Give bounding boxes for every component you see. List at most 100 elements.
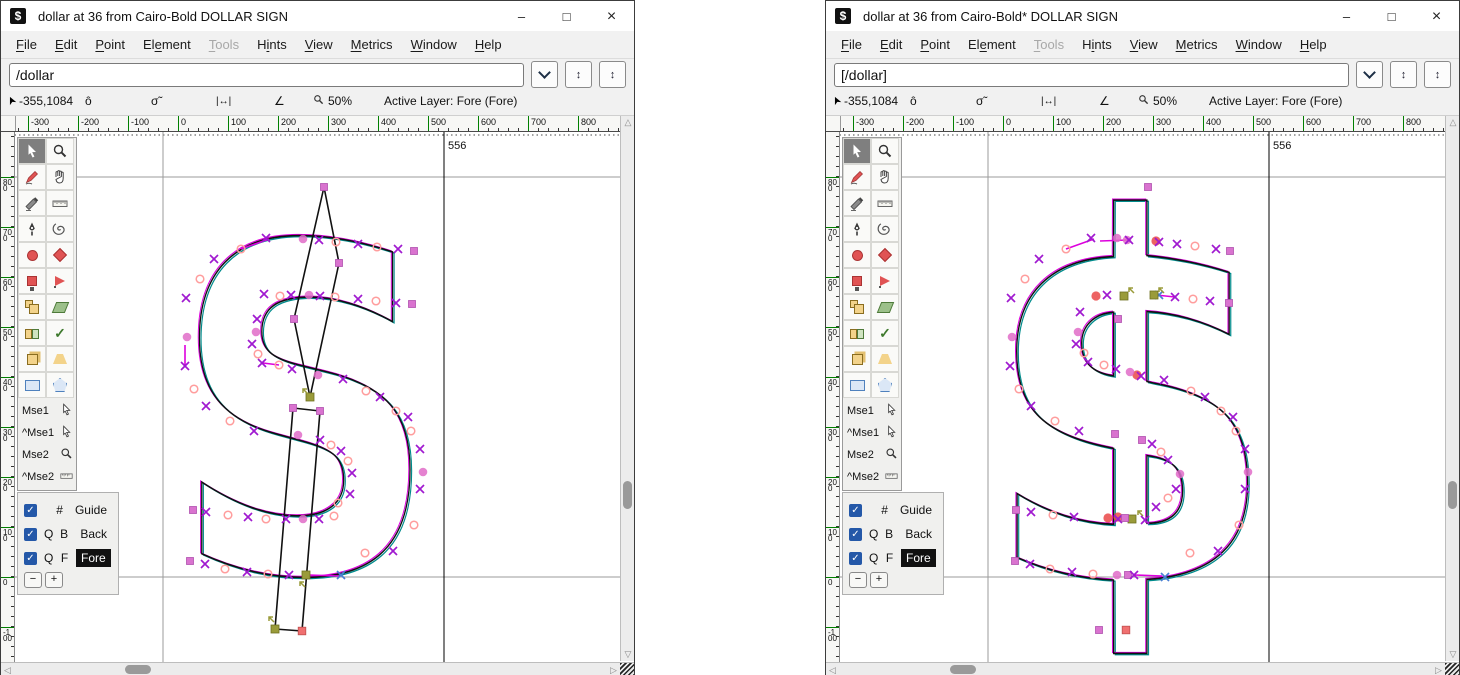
tool-flip[interactable] — [18, 320, 46, 346]
menu-tools[interactable]: Tools — [1025, 34, 1073, 55]
tool-rotate3d[interactable] — [843, 346, 871, 372]
titlebar[interactable]: $ dollar at 36 from Cairo-Bold DOLLAR SI… — [1, 1, 634, 31]
tool-rotate[interactable]: ✓ — [871, 320, 899, 346]
layer-row-back[interactable]: ✓QBBack — [18, 522, 118, 546]
hscroll-thumb[interactable] — [125, 665, 151, 674]
mouse-binding-mse2[interactable]: Mse2 — [20, 444, 75, 466]
menu-element[interactable]: Element — [134, 34, 200, 55]
tool-magnify[interactable] — [46, 138, 74, 164]
tool-scroll-hand[interactable] — [871, 164, 899, 190]
tool-spiro[interactable] — [46, 216, 74, 242]
vscroll-thumb[interactable] — [1448, 481, 1457, 509]
layer-name[interactable]: Fore — [76, 549, 111, 567]
layer-row-fore[interactable]: ✓QFFore — [18, 546, 118, 570]
horizontal-scrollbar[interactable]: ◁ ▷ — [826, 662, 1459, 675]
menu-help[interactable]: Help — [1291, 34, 1336, 55]
menu-tools[interactable]: Tools — [200, 34, 248, 55]
glyph-name-input[interactable] — [9, 63, 524, 87]
tool-corner-point[interactable] — [843, 268, 871, 294]
scroll-down-arrow[interactable]: ▽ — [621, 649, 635, 660]
glyph-dropdown-button[interactable] — [531, 61, 558, 88]
scroll-up-arrow[interactable]: △ — [1446, 117, 1460, 128]
scroll-right-arrow[interactable]: ▷ — [607, 663, 620, 675]
tool-knife[interactable] — [18, 190, 46, 216]
menu-window[interactable]: Window — [402, 34, 466, 55]
menu-point[interactable]: Point — [911, 34, 959, 55]
scroll-up-arrow[interactable]: △ — [621, 117, 635, 128]
tool-freehand[interactable] — [18, 164, 46, 190]
tool-rectangle[interactable] — [18, 372, 46, 398]
tool-flip[interactable] — [843, 320, 871, 346]
mouse-binding-mse2[interactable]: Mse2 — [845, 444, 900, 466]
menu-hints[interactable]: Hints — [248, 34, 296, 55]
tool-skew[interactable] — [871, 294, 899, 320]
tool-scroll-hand[interactable] — [46, 164, 74, 190]
scroll-left-arrow[interactable]: ◁ — [826, 663, 839, 675]
tool-scale[interactable] — [18, 294, 46, 320]
layer-row-guide[interactable]: ✓#Guide — [843, 498, 943, 522]
mouse-binding-ctrl-mse2[interactable]: ^Mse2 — [845, 466, 900, 488]
tool-curve-point[interactable] — [18, 242, 46, 268]
minimize-button[interactable]: – — [499, 2, 544, 31]
next-glyph-button[interactable]: ↕ — [1424, 61, 1451, 88]
glyph-canvas[interactable]: 8007006005004003002001000-100 556SSS ✓ — [1, 132, 634, 662]
tool-corner-point[interactable] — [18, 268, 46, 294]
tool-curve-point[interactable] — [843, 242, 871, 268]
menu-view[interactable]: View — [1121, 34, 1167, 55]
tool-tangent-point[interactable] — [46, 268, 74, 294]
add-layer-button[interactable]: + — [870, 572, 888, 588]
prev-glyph-button[interactable]: ↕ — [565, 61, 592, 88]
vertical-scrollbar[interactable]: △ ▽ — [620, 116, 634, 661]
layer-row-guide[interactable]: ✓#Guide — [18, 498, 118, 522]
menu-element[interactable]: Element — [959, 34, 1025, 55]
menu-metrics[interactable]: Metrics — [1167, 34, 1227, 55]
minimize-button[interactable]: – — [1324, 2, 1369, 31]
hscroll-thumb[interactable] — [950, 665, 976, 674]
layer-name[interactable]: Guide — [895, 501, 937, 519]
menu-point[interactable]: Point — [86, 34, 134, 55]
layer-visible-checkbox[interactable]: ✓ — [24, 504, 37, 517]
remove-layer-button[interactable]: − — [24, 572, 42, 588]
add-layer-button[interactable]: + — [45, 572, 63, 588]
glyph-name-input[interactable] — [834, 63, 1349, 87]
prev-glyph-button[interactable]: ↕ — [1390, 61, 1417, 88]
tool-knife[interactable] — [843, 190, 871, 216]
tool-freehand[interactable] — [843, 164, 871, 190]
vscroll-thumb[interactable] — [623, 481, 632, 509]
menu-file[interactable]: File — [7, 34, 46, 55]
menu-view[interactable]: View — [296, 34, 342, 55]
layer-visible-checkbox[interactable]: ✓ — [849, 552, 862, 565]
scroll-right-arrow[interactable]: ▷ — [1432, 663, 1445, 675]
vertical-scrollbar[interactable]: △ ▽ — [1445, 116, 1459, 661]
mouse-binding-mse1[interactable]: Mse1 — [20, 400, 75, 422]
menu-edit[interactable]: Edit — [871, 34, 911, 55]
menu-window[interactable]: Window — [1227, 34, 1291, 55]
menu-metrics[interactable]: Metrics — [342, 34, 402, 55]
tool-perspective[interactable] — [871, 346, 899, 372]
mouse-binding-ctrl-mse1[interactable]: ^Mse1 — [845, 422, 900, 444]
mouse-binding-ctrl-mse2[interactable]: ^Mse2 — [20, 466, 75, 488]
tool-pointer[interactable] — [18, 138, 46, 164]
resize-grip[interactable] — [1445, 663, 1459, 675]
tool-skew[interactable] — [46, 294, 74, 320]
resize-grip[interactable] — [620, 663, 634, 675]
layer-visible-checkbox[interactable]: ✓ — [24, 528, 37, 541]
tool-pen[interactable] — [843, 216, 871, 242]
glyph-dropdown-button[interactable] — [1356, 61, 1383, 88]
layer-visible-checkbox[interactable]: ✓ — [849, 528, 862, 541]
glyph-canvas[interactable]: 8007006005004003002001000-100 556$$$ ✓ — [826, 132, 1459, 662]
tool-scale[interactable] — [843, 294, 871, 320]
tool-perspective[interactable] — [46, 346, 74, 372]
menu-file[interactable]: File — [832, 34, 871, 55]
layer-visible-checkbox[interactable]: ✓ — [24, 552, 37, 565]
remove-layer-button[interactable]: − — [849, 572, 867, 588]
layer-name[interactable]: Back — [900, 525, 937, 543]
tool-polygon[interactable] — [871, 372, 899, 398]
layer-row-fore[interactable]: ✓QFFore — [843, 546, 943, 570]
horizontal-scrollbar[interactable]: ◁ ▷ — [1, 662, 634, 675]
mouse-binding-mse1[interactable]: Mse1 — [845, 400, 900, 422]
scroll-down-arrow[interactable]: ▽ — [1446, 649, 1460, 660]
tool-hvcurve-point[interactable] — [46, 242, 74, 268]
close-button[interactable]: × — [589, 2, 634, 31]
tool-spiro[interactable] — [871, 216, 899, 242]
